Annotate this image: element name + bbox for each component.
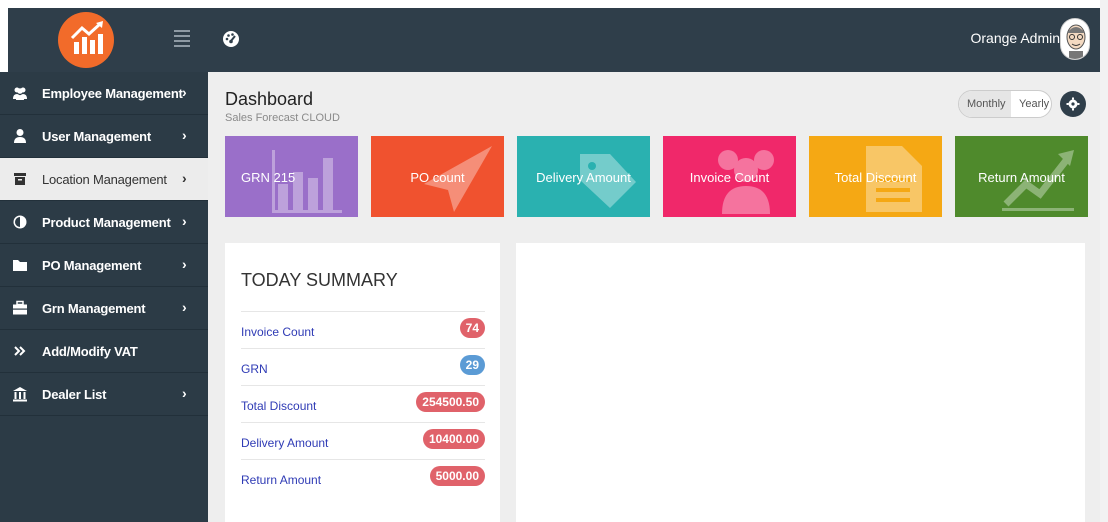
sidebar-item-label: Employee Management [42, 86, 183, 101]
logo-icon[interactable] [58, 12, 114, 68]
tile-label: Return Amount [978, 170, 1065, 185]
sidebar-item-label: Dealer List [42, 387, 107, 402]
summary-badge: 254500.50 [416, 392, 485, 412]
page-title: Dashboard [225, 89, 314, 109]
sidebar-item-label: Add/Modify VAT [42, 344, 138, 359]
summary-row-total-discount[interactable]: Total Discount 254500.50 [241, 385, 485, 422]
tile-label: Invoice Count [689, 170, 770, 185]
tile-label: GRN 215 [241, 170, 296, 185]
summary-label: Invoice Count [241, 325, 315, 339]
chevron-right-icon: › [182, 170, 187, 186]
chevron-right-icon: › [182, 213, 187, 229]
page-scrollbar[interactable] [1100, 0, 1108, 522]
summary-badge: 5000.00 [429, 466, 485, 486]
summary-row-delivery-amount[interactable]: Delivery Amount 10400.00 [241, 422, 485, 459]
summary-badge: 10400.00 [422, 429, 485, 449]
user-name[interactable]: Orange Admin [971, 30, 1061, 46]
sidebar-item-add-modify-vat[interactable]: Add/Modify VAT [0, 330, 208, 373]
page-subtitle: Sales Forecast CLOUD [225, 112, 340, 124]
summary-row-grn[interactable]: GRN 29 [241, 348, 485, 385]
chevron-right-icon: › [182, 127, 187, 143]
main-content: Dashboard Sales Forecast CLOUD Monthly Y… [208, 72, 1100, 522]
tile-return-amount[interactable]: Return Amount [955, 136, 1088, 217]
tile-invoice-count[interactable]: Invoice Count [663, 136, 796, 217]
sidebar-item-po-management[interactable]: PO Management › [0, 244, 208, 287]
sidebar-item-grn-management[interactable]: Grn Management › [0, 287, 208, 330]
summary-label: Total Discount [241, 399, 317, 413]
chevron-right-icon: › [182, 256, 187, 272]
bank-icon [12, 386, 28, 402]
sidebar-item-label: Location Management [42, 172, 167, 187]
dashboard-icon[interactable] [222, 30, 240, 48]
folder-icon [12, 257, 28, 273]
sidebar-item-location-management[interactable]: Location Management › [0, 158, 208, 201]
gear-icon[interactable] [1060, 91, 1086, 117]
double-chevron-icon [12, 343, 28, 359]
top-header: Orange Admin [8, 8, 1100, 72]
summary-label: Delivery Amount [241, 436, 329, 450]
summary-list: Invoice Count 74 GRN 29 Total Discount 2… [241, 311, 485, 496]
tile-label: Total Discount [834, 170, 917, 185]
chevron-right-icon: › [182, 385, 187, 401]
archive-icon [12, 171, 28, 187]
sidebar-item-dealer-list[interactable]: Dealer List › [0, 373, 208, 416]
range-toggle: Monthly Yearly [958, 90, 1052, 118]
avatar[interactable] [1060, 18, 1090, 60]
menu-toggle-icon[interactable] [174, 30, 190, 48]
sidebar-item-label: User Management [42, 129, 151, 144]
monthly-button[interactable]: Monthly [959, 91, 1011, 117]
summary-row-return-amount[interactable]: Return Amount 5000.00 [241, 459, 485, 496]
sidebar: Employee Management › User Management › … [0, 72, 208, 522]
sidebar-item-label: Product Management [42, 215, 171, 230]
chart-panel [516, 243, 1085, 522]
tile-label: Delivery Amount [536, 170, 631, 185]
users-icon [12, 85, 28, 101]
summary-label: Return Amount [241, 473, 322, 487]
sidebar-item-user-management[interactable]: User Management › [0, 115, 208, 158]
summary-badge: 74 [459, 318, 485, 338]
sidebar-item-label: PO Management [42, 258, 142, 273]
contrast-icon [12, 214, 28, 230]
today-summary-panel: TODAY SUMMARY Invoice Count 74 GRN 29 To… [225, 243, 500, 522]
user-icon [12, 128, 28, 144]
summary-label: GRN [241, 362, 268, 376]
tile-total-discount[interactable]: Total Discount [809, 136, 942, 217]
summary-badge: 29 [459, 355, 485, 375]
yearly-button[interactable]: Yearly [1019, 98, 1049, 110]
sidebar-item-label: Grn Management [42, 301, 146, 316]
sidebar-item-employee-management[interactable]: Employee Management › [0, 72, 208, 115]
tile-label: PO count [410, 170, 465, 185]
stat-tiles: GRN 215 PO count Delivery Amount Invoice… [225, 136, 1088, 218]
tile-grn[interactable]: GRN 215 [225, 136, 358, 217]
chevron-right-icon: › [182, 299, 187, 315]
tile-po-count[interactable]: PO count [371, 136, 504, 217]
summary-title: TODAY SUMMARY [241, 270, 398, 290]
sidebar-item-product-management[interactable]: Product Management › [0, 201, 208, 244]
chevron-right-icon: › [182, 84, 187, 100]
briefcase-icon [12, 300, 28, 316]
tile-delivery-amount[interactable]: Delivery Amount [517, 136, 650, 217]
summary-row-invoice-count[interactable]: Invoice Count 74 [241, 311, 485, 348]
